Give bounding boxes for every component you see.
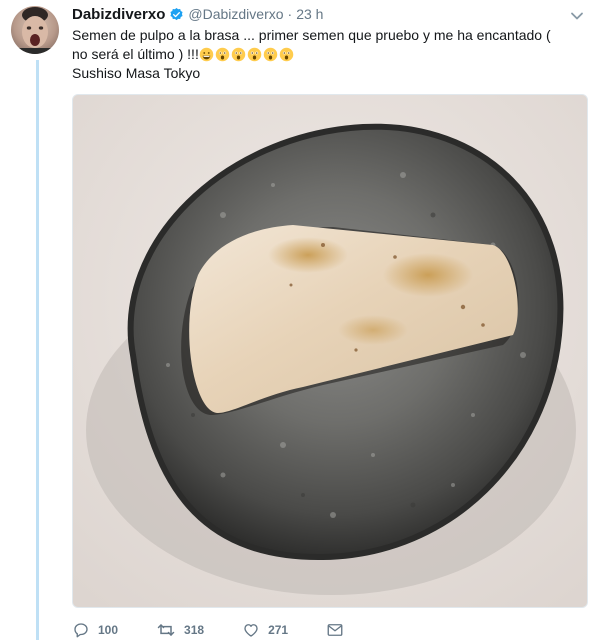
astonished-face-emoji <box>263 47 278 62</box>
direct-message-button[interactable] <box>326 622 352 638</box>
like-count: 271 <box>268 623 289 637</box>
astonished-face-emoji <box>231 47 246 62</box>
timestamp[interactable]: 23 h <box>296 6 323 22</box>
tweet-text-line-1: Semen de pulpo a la brasa ... primer sem… <box>72 27 551 43</box>
tweet-text-line-2: no será el último ) !!! <box>72 45 592 64</box>
reply-button[interactable]: 100 <box>72 621 118 639</box>
retweet-button[interactable]: 318 <box>156 621 204 639</box>
tweet-header: Dabizdiverxo @Dabizdiverxo · 23 h <box>72 4 323 24</box>
retweet-icon <box>157 624 175 636</box>
astonished-face-emoji <box>279 47 294 62</box>
user-handle[interactable]: @Dabizdiverxo <box>188 6 283 22</box>
reply-icon <box>74 623 88 638</box>
tweet-text: Semen de pulpo a la brasa ... primer sem… <box>72 26 592 83</box>
envelope-icon <box>327 624 343 636</box>
tweet-card: Dabizdiverxo @Dabizdiverxo · 23 h Semen … <box>0 0 612 640</box>
thread-line <box>36 60 39 640</box>
separator-dot: · <box>287 6 293 22</box>
reply-count: 100 <box>98 623 119 637</box>
display-name[interactable]: Dabizdiverxo <box>72 6 165 23</box>
astonished-face-emoji <box>215 47 230 62</box>
retweet-count: 318 <box>184 623 205 637</box>
tweet-photo[interactable] <box>72 94 588 608</box>
chevron-down-icon[interactable] <box>570 8 584 20</box>
grinning-face-emoji <box>199 47 214 62</box>
tweet-text-line-2-text: no será el último ) !!! <box>72 46 199 62</box>
emoji-row <box>199 46 295 62</box>
verified-badge-icon <box>169 7 184 22</box>
avatar[interactable] <box>11 6 59 54</box>
like-button[interactable]: 271 <box>242 621 288 639</box>
heart-icon <box>244 624 258 637</box>
astonished-face-emoji <box>247 47 262 62</box>
tweet-actions: 100 318 271 <box>72 620 390 640</box>
tweet-location-line: Sushiso Masa Tokyo <box>72 65 201 81</box>
